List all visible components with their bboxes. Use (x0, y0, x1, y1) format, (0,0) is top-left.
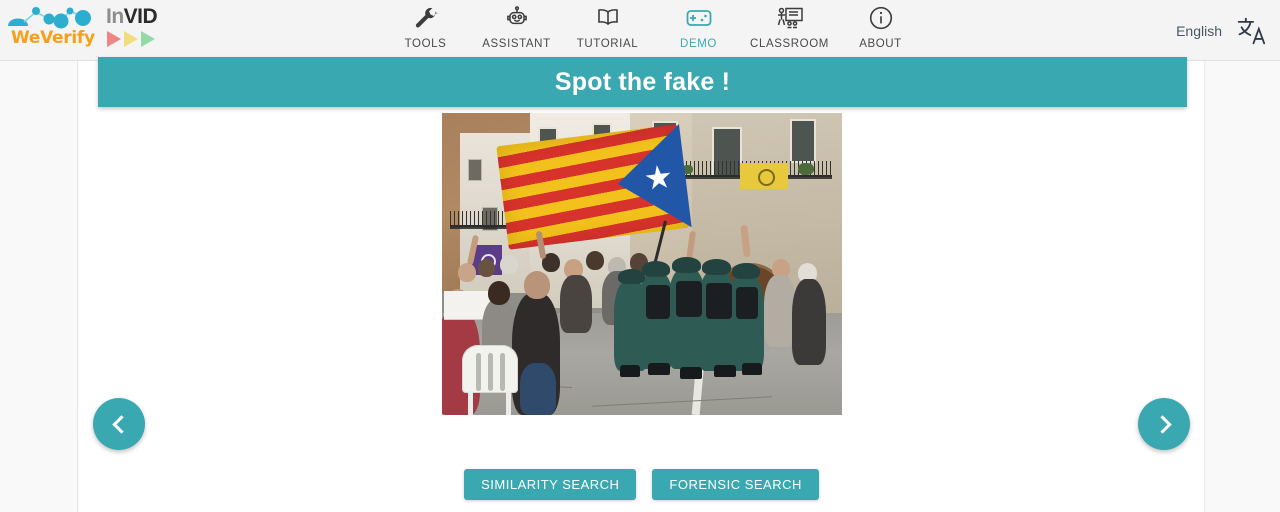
yellow-protest-banner (740, 163, 788, 189)
window (790, 119, 816, 163)
triangle-green-icon (141, 31, 155, 47)
officer-vest (646, 285, 670, 319)
demo-content-card: Spot the fake ! SIMILARITY SEARCH FORENS… (78, 57, 1205, 512)
person-jeans (520, 363, 556, 415)
nav-label-tutorial: TUTORIAL (576, 38, 639, 50)
person-head (458, 263, 476, 282)
left-gutter (0, 61, 78, 512)
weverify-graph-icon (8, 7, 91, 29)
action-buttons: SIMILARITY SEARCH FORENSIC SEARCH (78, 469, 1205, 500)
page-body: Spot the fake ! SIMILARITY SEARCH FORENS… (0, 57, 1280, 512)
similarity-search-button[interactable]: SIMILARITY SEARCH (464, 469, 637, 500)
invid-wordmark: InVID (106, 5, 186, 29)
wrench-icon (413, 3, 439, 33)
person-head (524, 271, 550, 299)
triangle-red-icon (107, 31, 121, 47)
chair-leg (506, 391, 511, 415)
person-body (560, 275, 592, 333)
invid-triangles (107, 31, 186, 47)
language-label: English (1176, 22, 1222, 39)
invid-wordmark-vid: VID (123, 5, 158, 28)
invid-logo[interactable]: InVID (106, 5, 186, 49)
officer (614, 281, 648, 371)
banner-spot-the-fake: Spot the fake ! (98, 57, 1187, 107)
chair-slot (488, 353, 493, 391)
window (468, 159, 482, 181)
nav-item-tools[interactable]: TOOLS (380, 0, 471, 61)
officer-boot (620, 365, 640, 377)
book-icon (594, 3, 622, 33)
weverify-wordmark: WeVerify (11, 28, 95, 48)
white-plastic-chair (462, 345, 518, 415)
person-head (488, 281, 510, 305)
officer-beret (618, 269, 645, 284)
nav-label-demo: DEMO (680, 38, 717, 50)
nav-item-about[interactable]: ABOUT (835, 0, 926, 61)
person-head (478, 259, 495, 277)
brand-zone: WeVerify InVID (0, 0, 200, 61)
chair-slot (476, 353, 481, 391)
nav-item-tutorial[interactable]: TUTORIAL (562, 0, 653, 61)
officer-vest (706, 283, 732, 319)
main-navigation: TOOLS ASSISTANT TUTORIAL DEMO CLASSROOM … (380, 0, 926, 61)
language-selector[interactable]: English (1176, 0, 1266, 61)
officer-beret (702, 259, 731, 275)
balcony-plant (798, 163, 814, 175)
translate-icon[interactable] (1236, 16, 1266, 46)
chair-slot (500, 353, 505, 391)
photo-scene (442, 113, 842, 415)
officer-boot (648, 363, 670, 375)
classroom-icon (776, 3, 804, 33)
robot-icon (504, 3, 530, 33)
nav-item-assistant[interactable]: ASSISTANT (471, 0, 562, 61)
forensic-search-button[interactable]: FORENSIC SEARCH (652, 469, 819, 500)
nav-label-assistant: ASSISTANT (482, 38, 551, 50)
nav-label-about: ABOUT (859, 38, 902, 50)
chair-leg (468, 391, 473, 415)
nav-item-classroom[interactable]: CLASSROOM (744, 0, 835, 61)
officer-boot (714, 365, 736, 377)
gamepad-icon (685, 3, 713, 33)
officer-beret (732, 263, 760, 279)
banner-title: Spot the fake ! (554, 67, 731, 96)
officer-vest (676, 281, 702, 317)
nav-item-demo[interactable]: DEMO (653, 0, 744, 61)
officer-vest (736, 287, 758, 319)
chevron-right-icon (1152, 414, 1172, 434)
invid-wordmark-in: In (106, 5, 124, 28)
demo-image[interactable] (442, 113, 842, 415)
chevron-left-icon (111, 414, 131, 434)
info-icon (868, 3, 894, 33)
nav-label-tools: TOOLS (404, 38, 447, 50)
carousel-prev-button[interactable] (93, 398, 145, 450)
person-body (792, 279, 826, 365)
officer-boot (742, 363, 762, 375)
person-head (586, 251, 604, 270)
top-header: WeVerify InVID TOOLS ASSISTANT TUTORIAL … (0, 0, 1280, 61)
weverify-logo[interactable]: WeVerify (4, 2, 95, 50)
officer-beret (642, 261, 670, 277)
officer-boot (680, 367, 702, 379)
flag-blue-triangle (611, 124, 692, 236)
triangle-yellow-icon (124, 31, 138, 47)
right-gutter (1206, 61, 1280, 512)
person-head (500, 255, 518, 274)
nav-label-classroom: CLASSROOM (750, 38, 829, 50)
officer-beret (672, 257, 701, 273)
carousel-next-button[interactable] (1138, 398, 1190, 450)
